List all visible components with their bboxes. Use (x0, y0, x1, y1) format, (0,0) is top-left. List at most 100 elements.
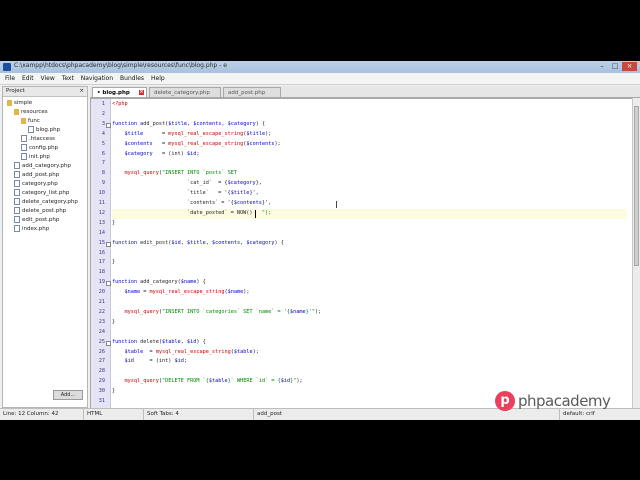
code-line[interactable]: $table = mysql_real_escape_string($table… (112, 348, 627, 358)
line-number: 6 (101, 150, 105, 157)
tree-file[interactable]: index.php (14, 225, 49, 234)
tree-file[interactable]: init.php (21, 153, 50, 162)
code-line[interactable]: function edit_post($id, $title, $content… (112, 239, 627, 249)
code-line[interactable]: function add_post($title, $contents, $ca… (112, 120, 627, 130)
code-editor[interactable]: 1 2 3 4 5 6 7 8 9 10 11 12 13 14 15 16 17 18 19 20 21 22 23 24 2… (90, 98, 634, 410)
menu-file[interactable]: File (5, 73, 15, 84)
tab-label: delete_category.php (154, 90, 210, 96)
line-number: 10 (98, 190, 105, 197)
code-line[interactable]: mysql_query("INSERT INTO `categories` SE… (112, 308, 627, 318)
line-number: 28 (98, 368, 105, 375)
tree-file[interactable]: blog.php (28, 126, 60, 135)
project-panel: Project × simple resources func blog.php .ht… (2, 86, 88, 408)
code-line[interactable]: function add_category($name) { (112, 278, 627, 288)
code-line[interactable]: `cat_id` = {$category}, (112, 179, 627, 189)
close-panel-icon[interactable]: × (79, 87, 84, 96)
tree-file[interactable]: .htaccess (21, 135, 55, 144)
code-line[interactable]: <?php (112, 100, 627, 110)
close-tab-icon[interactable]: × (139, 90, 144, 95)
file-icon (14, 207, 20, 214)
tree-file[interactable]: delete_post.php (14, 207, 66, 216)
fold-toggle-icon[interactable] (106, 241, 111, 247)
code-line[interactable]: $id = (int) $id; (112, 357, 627, 367)
code-line[interactable] (112, 328, 627, 338)
phpacademy-watermark: p phpacademy (495, 389, 611, 413)
code-line[interactable]: mysql_query("INSERT INTO `posts` SET (112, 169, 627, 179)
language-selector[interactable]: HTML (84, 409, 144, 420)
tree-file[interactable]: add_post.php (14, 171, 59, 180)
tree-folder[interactable]: func (21, 117, 40, 126)
code-line[interactable] (112, 298, 627, 308)
tab-add-post-php[interactable]: add_post.php (223, 87, 281, 97)
menu-help[interactable]: Help (151, 73, 165, 84)
tree-folder[interactable]: resources (14, 108, 48, 117)
code-line[interactable]: $title = mysql_real_escape_string($title… (112, 130, 627, 140)
fold-toggle-icon[interactable] (106, 340, 111, 346)
code-line[interactable]: $contents = mysql_real_escape_string($co… (112, 140, 627, 150)
code-line[interactable]: `date_posted` = NOW() "); (112, 208, 627, 219)
code-line[interactable]: $category = (int) $id; (112, 150, 627, 160)
close-button[interactable]: × (622, 62, 637, 71)
minimize-button[interactable]: – (596, 62, 608, 71)
vertical-scrollbar[interactable] (632, 98, 640, 408)
menu-bundles[interactable]: Bundles (120, 73, 144, 84)
line-number: 8 (101, 170, 105, 177)
tree-file[interactable]: config.php (21, 144, 58, 153)
tab-label: add_post.php (228, 90, 266, 96)
mouse-ibeam-cursor (336, 201, 337, 208)
line-number: 3 (101, 120, 105, 127)
tab-delete-category-php[interactable]: delete_category.php (149, 87, 221, 97)
soft-tabs-setting[interactable]: Soft Tabs: 4 (144, 409, 254, 420)
code-line[interactable]: } (112, 258, 627, 268)
code-line[interactable] (112, 229, 627, 239)
tree-item-label: config.php (29, 145, 59, 151)
tree-item-label: .htaccess (29, 136, 55, 142)
menu-view[interactable]: View (41, 73, 55, 84)
line-number: 18 (98, 269, 105, 276)
editor-window: C:\xampp\htdocs\phpacademy\blog\simple\r… (0, 61, 640, 420)
tree-file[interactable]: edit_post.php (14, 216, 59, 225)
line-number: 22 (98, 308, 105, 315)
scrollbar-thumb[interactable] (634, 106, 639, 266)
file-icon (14, 225, 20, 232)
code-line[interactable]: `title` = '{$title}', (112, 189, 627, 199)
code-line[interactable] (112, 367, 627, 377)
line-number: 23 (98, 318, 105, 325)
menu-text[interactable]: Text (62, 73, 74, 84)
tree-file[interactable]: category_list.php (14, 189, 69, 198)
code-line[interactable] (112, 249, 627, 259)
tree-file[interactable]: add_category.php (14, 162, 71, 171)
file-icon (14, 162, 20, 169)
code-line[interactable]: $name = mysql_real_escape_string($name); (112, 288, 627, 298)
line-number: 27 (98, 358, 105, 365)
code-line[interactable]: } (112, 219, 627, 229)
tree-item-label: init.php (29, 154, 50, 160)
code-line[interactable] (112, 110, 627, 120)
code-line[interactable] (112, 268, 627, 278)
code-line[interactable]: `contents` = '{$contents}', (112, 199, 627, 209)
line-number: 17 (98, 259, 105, 266)
menu-navigation[interactable]: Navigation (81, 73, 113, 84)
menu-edit[interactable]: Edit (22, 73, 34, 84)
title-bar: C:\xampp\htdocs\phpacademy\blog\simple\r… (0, 61, 640, 73)
code-line[interactable]: function delete($table, $id) { (112, 338, 627, 348)
tree-file[interactable]: delete_category.php (14, 198, 78, 207)
code-line[interactable]: mysql_query("DELETE FROM `{$table}` WHER… (112, 377, 627, 387)
project-add-button[interactable]: Add... (53, 390, 83, 400)
code-line[interactable] (112, 159, 627, 169)
folder-icon (21, 117, 26, 124)
file-icon (14, 198, 20, 205)
code-line[interactable]: } (112, 318, 627, 328)
tree-item-label: edit_post.php (22, 217, 60, 223)
line-number: 13 (98, 219, 105, 226)
line-number: 31 (98, 398, 105, 404)
fold-toggle-icon[interactable] (106, 122, 111, 128)
file-icon (21, 135, 27, 142)
fold-toggle-icon[interactable] (106, 281, 111, 287)
tree-item-label: resources (21, 109, 48, 115)
file-icon (28, 126, 34, 133)
tree-file[interactable]: category.php (14, 180, 58, 189)
tab-blog-php[interactable]: • blog.php × (92, 87, 147, 97)
maximize-button[interactable]: □ (609, 62, 621, 71)
tree-folder[interactable]: simple (7, 99, 32, 108)
